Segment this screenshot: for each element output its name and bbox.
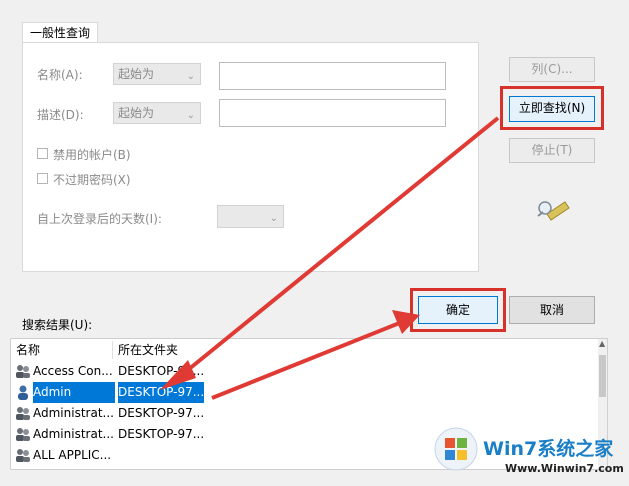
no-expire-password-checkbox[interactable] — [37, 173, 48, 184]
row-name: Access Con... — [33, 364, 113, 378]
watermark-brand: Win7系统之家 — [483, 438, 614, 460]
search-flashlight-icon — [537, 201, 570, 221]
description-label: 描述(D): — [37, 108, 84, 122]
windows-logo-icon — [434, 427, 478, 471]
group-icon — [16, 449, 30, 462]
disabled-accounts-label: 禁用的帐户(B) — [53, 148, 131, 162]
group-icon — [16, 407, 30, 420]
name-mode-value: 起始为 — [118, 67, 155, 81]
row-folder: DESKTOP-97... — [118, 382, 205, 403]
stop-button[interactable]: 停止(T) — [509, 138, 595, 163]
column-divider — [112, 341, 113, 359]
days-since-login-label: 自上次登录后的天数(I): — [37, 212, 162, 226]
chevron-down-icon: ⌄ — [186, 71, 195, 82]
scroll-thumb[interactable] — [599, 355, 606, 397]
name-label: 名称(A): — [37, 68, 83, 82]
description-input[interactable] — [219, 99, 446, 127]
scroll-up-icon[interactable]: ▲ — [599, 339, 605, 348]
watermark: Win7系统之家 Www.Winwin7.com — [433, 424, 628, 484]
list-item[interactable]: Access Con... DESKTOP-97... — [11, 361, 211, 382]
group-icon — [16, 428, 30, 441]
row-folder: DESKTOP-97... — [118, 406, 205, 420]
row-name: Admin — [33, 382, 115, 403]
row-name: Administrat... — [33, 406, 114, 420]
days-since-login-select[interactable]: ⌄ — [217, 205, 284, 228]
columns-button[interactable]: 列(C)... — [509, 57, 595, 82]
row-folder: DESKTOP-97... — [118, 427, 205, 441]
column-header-folder[interactable]: 所在文件夹 — [118, 339, 178, 361]
description-mode-select[interactable]: 起始为 ⌄ — [113, 102, 201, 124]
find-now-button[interactable]: 立即查找(N) — [509, 96, 595, 122]
row-folder: DESKTOP-97... — [118, 364, 205, 378]
row-name: ALL APPLIC... — [33, 448, 112, 462]
user-icon — [18, 385, 28, 400]
no-expire-password-label: 不过期密码(X) — [53, 173, 131, 187]
chevron-down-icon: ⌄ — [269, 213, 278, 224]
search-results-label: 搜索结果(U): — [22, 318, 93, 332]
list-item[interactable]: Admin DESKTOP-97... — [11, 382, 211, 403]
ok-button[interactable]: 确定 — [418, 296, 498, 324]
list-item[interactable]: Administrat... DESKTOP-97... — [11, 424, 211, 445]
row-name: Administrat... — [33, 427, 114, 441]
description-mode-value: 起始为 — [118, 106, 155, 120]
name-input[interactable] — [219, 62, 446, 90]
name-mode-select[interactable]: 起始为 ⌄ — [113, 63, 201, 85]
chevron-down-icon: ⌄ — [186, 110, 195, 121]
tab-general-query[interactable]: 一般性查询 — [22, 22, 98, 44]
cancel-button[interactable]: 取消 — [509, 296, 595, 324]
column-header-name[interactable]: 名称 — [16, 339, 40, 361]
watermark-url: Www.Winwin7.com — [505, 462, 624, 475]
disabled-accounts-checkbox[interactable] — [37, 148, 48, 159]
list-item[interactable]: ALL APPLIC... — [11, 445, 211, 466]
list-item[interactable]: Administrat... DESKTOP-97... — [11, 403, 211, 424]
group-icon — [16, 365, 30, 378]
